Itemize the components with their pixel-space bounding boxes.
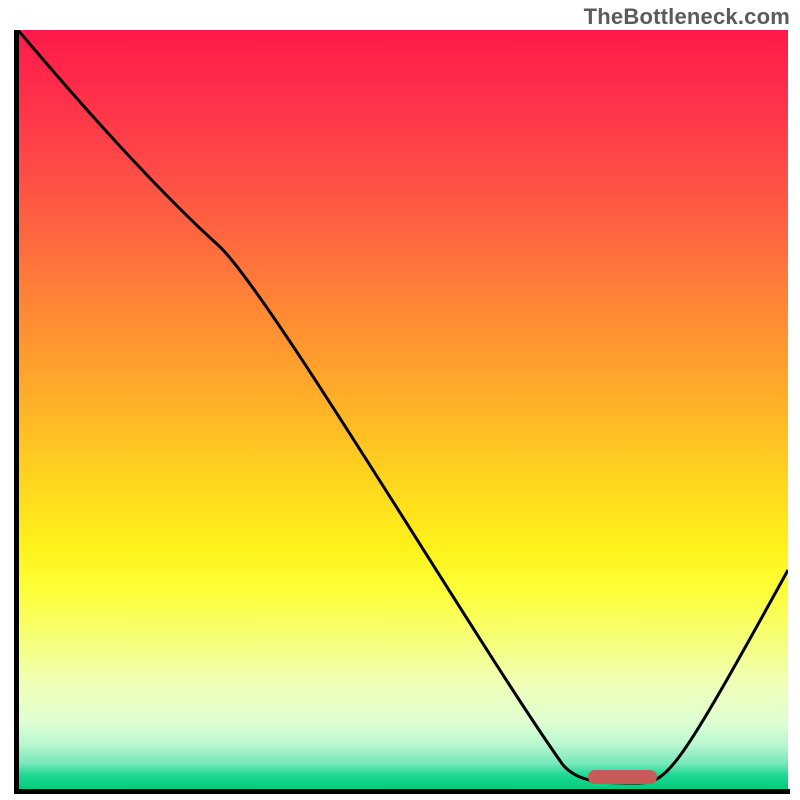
bottleneck-curve (18, 30, 788, 790)
chart-container: TheBottleneck.com (0, 0, 800, 800)
optimal-range-marker (588, 770, 657, 784)
watermark-text: TheBottleneck.com (584, 4, 790, 30)
x-axis (14, 789, 790, 794)
plot-area (18, 30, 788, 790)
curve-path (18, 30, 788, 783)
y-axis (14, 30, 19, 794)
